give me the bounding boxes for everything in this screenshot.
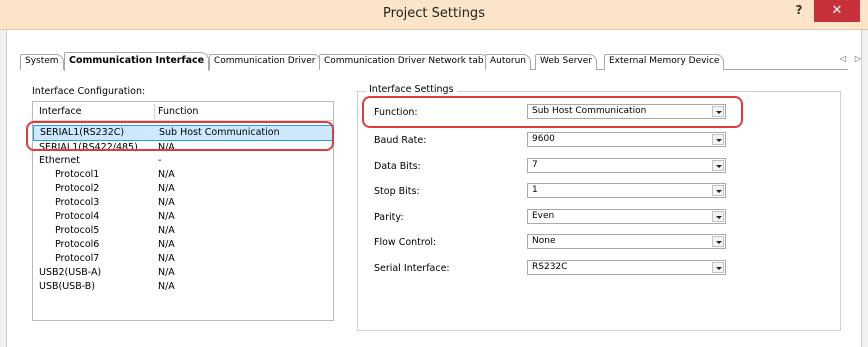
- row-interface: Protocol7: [55, 253, 100, 264]
- row-function: N/A: [158, 225, 175, 236]
- close-icon: ✕: [831, 3, 843, 18]
- highlight-annotation-function-field: [362, 96, 743, 128]
- chevron-down-icon[interactable]: [712, 262, 724, 273]
- row-function: N/A: [158, 253, 175, 264]
- data-bits-select[interactable]: 7: [527, 158, 726, 173]
- row-interface: Protocol6: [55, 239, 100, 250]
- tab-communication-interface[interactable]: Communication Interface: [64, 52, 210, 71]
- title-bar: Project Settings ? ✕: [0, 0, 868, 30]
- list-row[interactable]: USB2(USB-A) N/A: [33, 267, 333, 280]
- row-interface: USB2(USB-A): [39, 267, 102, 278]
- interface-settings-title: Interface Settings: [366, 84, 457, 95]
- stop-bits-label: Stop Bits:: [374, 186, 420, 197]
- row-function: N/A: [158, 211, 175, 222]
- help-button[interactable]: ?: [786, 3, 812, 23]
- serial-interface-value: RS232C: [532, 262, 568, 272]
- data-bits-label: Data Bits:: [374, 161, 421, 172]
- chevron-down-icon[interactable]: [712, 160, 724, 171]
- list-row[interactable]: Ethernet -: [33, 155, 333, 168]
- list-row[interactable]: Protocol3 N/A: [33, 197, 333, 210]
- tab-external-memory-device[interactable]: External Memory Device: [604, 54, 725, 70]
- baud-rate-value: 9600: [532, 134, 555, 144]
- row-function: N/A: [158, 267, 175, 278]
- column-header-interface[interactable]: Interface: [39, 106, 82, 117]
- row-function: N/A: [158, 239, 175, 250]
- list-row[interactable]: Protocol5 N/A: [33, 225, 333, 238]
- tab-communication-driver[interactable]: Communication Driver: [209, 54, 321, 70]
- flow-control-label: Flow Control:: [374, 237, 437, 248]
- baud-rate-select[interactable]: 9600: [527, 132, 726, 147]
- row-function: N/A: [158, 169, 175, 180]
- row-interface: Protocol4: [55, 211, 100, 222]
- baud-rate-label: Baud Rate:: [374, 135, 427, 146]
- row-interface: USB(USB-B): [39, 281, 96, 292]
- tab-communication-driver-network[interactable]: Communication Driver Network tab: [319, 54, 489, 70]
- tab-strip: System Communication Interface Communica…: [20, 52, 820, 71]
- parity-value: Even: [532, 211, 555, 221]
- column-divider[interactable]: [154, 104, 155, 119]
- list-row[interactable]: Protocol7 N/A: [33, 253, 333, 266]
- tab-autorun[interactable]: Autorun: [485, 54, 532, 70]
- row-interface: Ethernet: [39, 155, 80, 166]
- serial-interface-select[interactable]: RS232C: [527, 260, 726, 275]
- row-function: N/A: [158, 281, 175, 292]
- chevron-down-icon[interactable]: [712, 236, 724, 247]
- stop-bits-select[interactable]: 1: [527, 183, 726, 198]
- column-header-function[interactable]: Function: [158, 106, 198, 117]
- row-interface: Protocol3: [55, 197, 100, 208]
- tab-scroll-arrows[interactable]: ◁ ▷: [840, 54, 864, 63]
- list-row[interactable]: Protocol4 N/A: [33, 211, 333, 224]
- list-row[interactable]: Protocol1 N/A: [33, 169, 333, 182]
- data-bits-value: 7: [532, 160, 538, 170]
- row-function: -: [158, 155, 162, 166]
- row-interface: Protocol2: [55, 183, 100, 194]
- interface-configuration-label: Interface Configuration:: [32, 86, 146, 97]
- chevron-down-icon[interactable]: [712, 211, 724, 222]
- parity-select[interactable]: Even: [527, 209, 726, 224]
- tab-web-server[interactable]: Web Server: [535, 54, 597, 70]
- highlight-annotation-selected-row: [26, 121, 334, 151]
- close-button[interactable]: ✕: [814, 0, 860, 22]
- list-row[interactable]: Protocol6 N/A: [33, 239, 333, 252]
- flow-control-select[interactable]: None: [527, 234, 726, 249]
- row-function: N/A: [158, 197, 175, 208]
- stop-bits-value: 1: [532, 185, 538, 195]
- row-interface: Protocol5: [55, 225, 100, 236]
- row-function: N/A: [158, 183, 175, 194]
- chevron-down-icon[interactable]: [712, 185, 724, 196]
- window-title: Project Settings: [383, 6, 485, 21]
- list-row[interactable]: Protocol2 N/A: [33, 183, 333, 196]
- chevron-down-icon[interactable]: [712, 134, 724, 145]
- row-interface: Protocol1: [55, 169, 100, 180]
- serial-interface-label: Serial Interface:: [374, 263, 450, 274]
- list-header: Interface Function: [33, 102, 333, 121]
- list-row[interactable]: USB(USB-B) N/A: [33, 281, 333, 294]
- project-settings-window: Project Settings ? ✕ System Communicatio…: [0, 0, 868, 347]
- parity-label: Parity:: [374, 212, 404, 223]
- flow-control-value: None: [532, 236, 556, 246]
- tab-system[interactable]: System: [20, 54, 64, 70]
